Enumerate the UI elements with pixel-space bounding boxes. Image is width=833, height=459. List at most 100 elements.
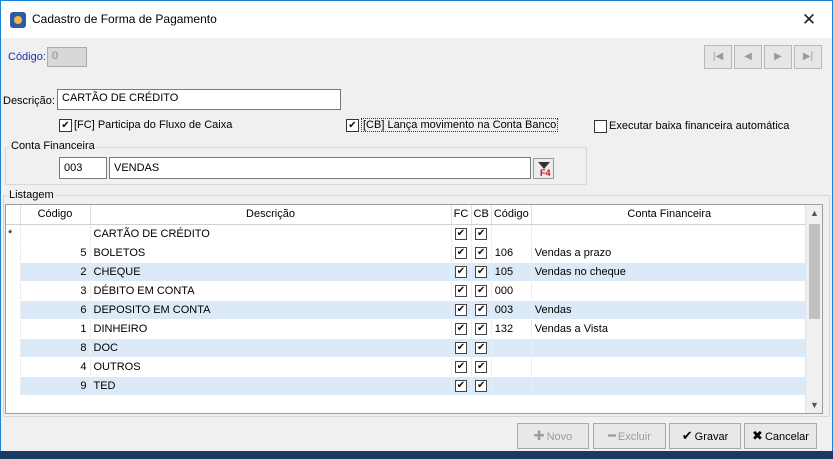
fc-checkbox[interactable] (455, 303, 467, 316)
column-header-descricao[interactable]: Descrição (90, 205, 452, 225)
excluir-button-label: Excluir (617, 431, 651, 443)
gravar-button[interactable]: ✔ Gravar (669, 423, 741, 449)
cell-conta-codigo (491, 376, 532, 396)
f4-key-label: F4 (540, 168, 551, 178)
plus-icon: ✚ (533, 428, 545, 443)
conta-name-input[interactable]: VENDAS (109, 157, 531, 179)
cell-fc (451, 376, 472, 396)
fc-checkbox[interactable] (455, 360, 467, 373)
row-indicator (6, 357, 21, 377)
cell-descricao: DEPOSITO EM CONTA (90, 300, 452, 320)
table-row[interactable]: * CARTÃO DE CRÉDITO (6, 224, 808, 244)
title-bar: Cadastro de Forma de Pagamento ✕ (1, 1, 832, 38)
close-button[interactable]: ✕ (786, 1, 832, 38)
cell-cb (471, 338, 492, 358)
novo-button[interactable]: ✚ Novo (517, 423, 589, 449)
table-row[interactable]: 1DINHEIRO 132Vendas a Vista (6, 319, 808, 339)
scroll-up-icon[interactable]: ▲ (810, 208, 819, 218)
baixa-checkbox-label: Executar baixa financeira automática (609, 120, 790, 132)
cell-conta-codigo (491, 338, 532, 358)
column-header-fc[interactable]: FC (451, 205, 472, 225)
table-row[interactable]: 4 OUTROS (6, 357, 808, 377)
cell-conta-nome: Vendas a Vista (531, 319, 808, 339)
cell-fc (451, 281, 472, 301)
cell-conta-nome: Vendas (531, 300, 808, 320)
novo-button-label: Novo (546, 431, 573, 443)
table-row[interactable]: 3DÉBITO EM CONTA 000 (6, 281, 808, 301)
cell-conta-codigo: 105 (491, 262, 532, 282)
x-icon: ✖ (752, 428, 763, 443)
cell-fc (451, 357, 472, 377)
next-record-button[interactable]: ▶ (764, 45, 792, 69)
cell-cb (471, 243, 492, 263)
row-indicator (6, 300, 21, 320)
conta-financeira-title: Conta Financeira (9, 140, 97, 152)
cb-checkbox[interactable] (475, 265, 488, 278)
cell-cb (471, 319, 492, 339)
fc-checkbox[interactable] (455, 265, 467, 278)
table-row[interactable]: 8 DOC (6, 338, 808, 358)
descricao-input[interactable]: CARTÃO DE CRÉDITO (57, 89, 341, 110)
cb-checkbox[interactable] (475, 246, 488, 259)
cb-checkbox[interactable] (475, 284, 488, 297)
column-header-conta-codigo[interactable]: Código (491, 205, 532, 225)
cell-conta-nome (531, 357, 808, 377)
column-header-codigo[interactable]: Código (20, 205, 91, 225)
indicator-header (6, 205, 21, 225)
row-indicator (6, 243, 21, 263)
cell-codigo: 6 (20, 300, 91, 320)
cell-descricao: DOC (90, 338, 452, 358)
payment-methods-grid[interactable]: Código Descrição FC CB Código Conta Fina… (5, 204, 823, 414)
grid-body: * CARTÃO DE CRÉDITO5BOLETOS 106Vendas a pr… (6, 224, 808, 396)
cell-cb (471, 224, 492, 244)
row-indicator: * (6, 224, 21, 244)
table-row[interactable]: 6DEPOSITO EM CONTA 003Vendas (6, 300, 808, 320)
column-header-cb[interactable]: CB (471, 205, 492, 225)
conta-code-input[interactable]: 003 (59, 157, 107, 179)
table-row[interactable]: 5BOLETOS 106Vendas a prazo (6, 243, 808, 263)
cb-checkbox[interactable] (475, 303, 488, 316)
cell-fc (451, 224, 472, 244)
cell-descricao: CHEQUE (90, 262, 452, 282)
codigo-label: Código: (8, 51, 46, 63)
table-row[interactable]: 9 TED (6, 376, 808, 396)
last-record-button[interactable]: ▶| (794, 45, 822, 69)
cb-checkbox[interactable] (475, 379, 488, 392)
prev-record-button[interactable]: ◀ (734, 45, 762, 69)
scroll-down-icon[interactable]: ▼ (810, 400, 819, 410)
cancelar-button[interactable]: ✖ Cancelar (744, 423, 817, 449)
codigo-field[interactable]: 0 (47, 47, 87, 67)
grid-header-row: Código Descrição FC CB Código Conta Fina… (6, 205, 808, 225)
cell-codigo (20, 224, 91, 244)
cell-codigo: 9 (20, 376, 91, 396)
fc-checkbox[interactable] (455, 284, 467, 297)
fc-checkbox[interactable] (455, 379, 467, 392)
cell-descricao: DÉBITO EM CONTA (90, 281, 452, 301)
cell-fc (451, 262, 472, 282)
cb-checkbox[interactable] (475, 341, 488, 354)
cb-checkbox[interactable] (475, 360, 488, 373)
excluir-button[interactable]: ━ Excluir (593, 423, 666, 449)
scroll-thumb[interactable] (809, 224, 820, 319)
cell-codigo: 1 (20, 319, 91, 339)
fc-checkbox[interactable] (455, 322, 467, 335)
cb-checkbox[interactable] (475, 322, 488, 335)
cb-checkbox[interactable] (475, 227, 488, 240)
fc-checkbox[interactable] (59, 119, 72, 132)
cell-descricao: OUTROS (90, 357, 452, 377)
cell-cb (471, 262, 492, 282)
table-row[interactable]: 2CHEQUE 105Vendas no cheque (6, 262, 808, 282)
cell-conta-codigo: 106 (491, 243, 532, 263)
cell-conta-nome (531, 281, 808, 301)
fc-checkbox[interactable] (455, 246, 467, 259)
column-header-conta-financeira[interactable]: Conta Financeira (531, 205, 808, 225)
conta-lookup-button[interactable]: F4 (533, 158, 554, 179)
fc-checkbox[interactable] (455, 227, 467, 240)
grid-vertical-scrollbar[interactable]: ▲ ▼ (805, 205, 822, 413)
row-indicator (6, 376, 21, 396)
baixa-checkbox[interactable] (594, 120, 607, 133)
first-record-button[interactable]: |◀ (704, 45, 732, 69)
cb-checkbox[interactable] (346, 119, 359, 132)
fc-checkbox[interactable] (455, 341, 467, 354)
cell-conta-codigo (491, 224, 532, 244)
